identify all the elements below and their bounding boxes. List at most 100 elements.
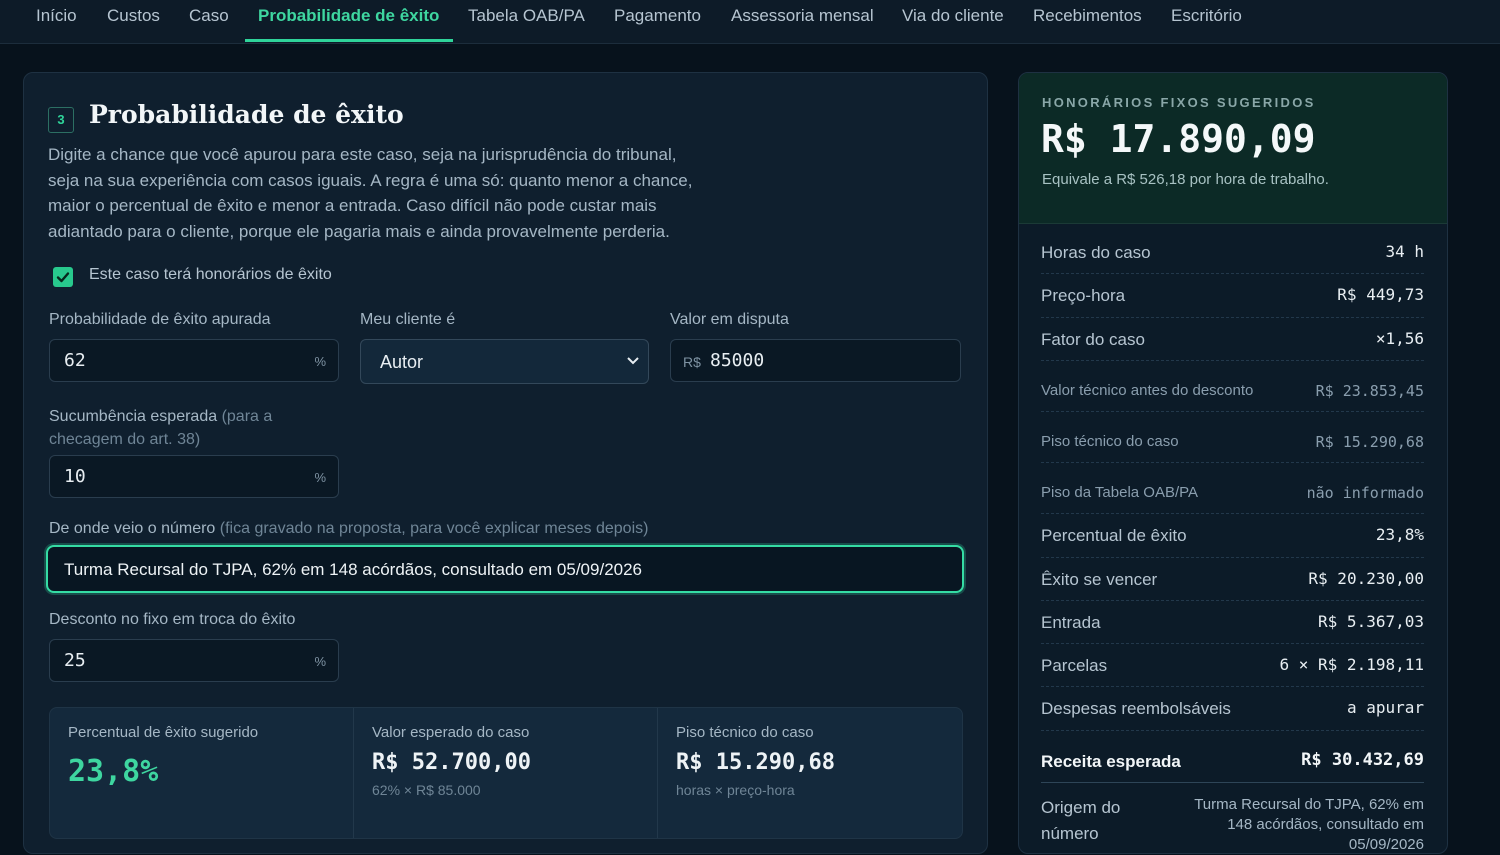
stat-suggested-percent: Percentual de êxito sugerido 23,8% — [50, 708, 353, 838]
source-label-text: De onde veio o número — [49, 520, 216, 537]
summary-row-success-if-win: Êxito se vencer R$ 20.230,00 — [1041, 557, 1424, 601]
row-value: 34 h — [1385, 242, 1424, 261]
tab-recebimentos[interactable]: Recebimentos — [1033, 0, 1142, 42]
summary-row-installments: Parcelas 6 × R$ 2.198,11 — [1041, 643, 1424, 687]
row-key: Fator do caso — [1041, 330, 1145, 349]
probability-label: Probabilidade de êxito apurada — [49, 311, 271, 328]
summary-row-down-payment: Entrada R$ 5.367,03 — [1041, 600, 1424, 644]
currency-prefix: R$ — [683, 354, 701, 370]
summary-row-success-percent: Percentual de êxito 23,8% — [1041, 513, 1424, 558]
stat-value: R$ 52.700,00 — [372, 750, 531, 775]
stat-label: Valor esperado do caso — [372, 724, 530, 741]
summary-note: Equivale a R$ 526,18 por hora de trabalh… — [1042, 171, 1329, 188]
row-key: Piso da Tabela OAB/PA — [1041, 484, 1199, 501]
summary-kicker: HONORÁRIOS FIXOS SUGERIDOS — [1042, 95, 1316, 110]
source-label: De onde veio o número (fica gravado na p… — [49, 520, 648, 538]
summary-amount: R$ 17.890,09 — [1041, 117, 1316, 161]
expected-loss-label: Sucumbência esperada (para a checagem do… — [49, 405, 309, 451]
stat-sub: horas × preço-hora — [676, 782, 795, 798]
result-stats: Percentual de êxito sugerido 23,8% Valor… — [49, 707, 963, 839]
stat-label: Piso técnico do caso — [676, 724, 814, 741]
probability-value: 62 — [64, 350, 86, 371]
row-value: a apurar — [1346, 698, 1424, 717]
source-input[interactable]: Turma Recursal do TJPA, 62% em 148 acórd… — [46, 545, 964, 593]
expected-loss-input[interactable]: 10 % — [49, 455, 339, 498]
row-key: Piso técnico do caso — [1041, 433, 1179, 450]
check-icon — [56, 272, 70, 283]
summary-header: HONORÁRIOS FIXOS SUGERIDOS R$ 17.890,09 … — [1019, 73, 1447, 224]
percent-suffix: % — [314, 354, 326, 369]
tab-escritorio[interactable]: Escritório — [1171, 0, 1242, 42]
disputed-value-input[interactable]: R$ 85000 — [670, 339, 961, 382]
discount-label: Desconto no fixo em troca do êxito — [49, 611, 296, 628]
row-key: Despesas reembolsáveis — [1041, 699, 1231, 718]
tab-assessoria[interactable]: Assessoria mensal — [731, 0, 874, 42]
row-value: 6 × R$ 2.198,11 — [1279, 655, 1425, 674]
summary-row-case-factor: Fator do caso ×1,56 — [1041, 317, 1424, 361]
expected-loss-value: 10 — [64, 466, 86, 487]
row-value: 23,8% — [1375, 525, 1424, 544]
tab-tabela-oab[interactable]: Tabela OAB/PA — [468, 0, 585, 42]
row-key: Êxito se vencer — [1041, 570, 1158, 589]
row-key: Valor técnico antes do desconto — [1041, 382, 1254, 399]
summary-row-oab-floor: Piso da Tabela OAB/PA não informado — [1041, 462, 1424, 514]
client-role-label: Meu cliente é — [360, 311, 456, 328]
success-fee-label: Este caso terá honorários de êxito — [89, 266, 332, 283]
summary-row-hour-price: Preço-hora R$ 449,73 — [1041, 273, 1424, 318]
client-role-value: Autor — [380, 352, 424, 372]
row-key: Parcelas — [1041, 656, 1108, 675]
tab-via-cliente[interactable]: Via do cliente — [902, 0, 1004, 42]
probability-input[interactable]: 62 % — [49, 339, 339, 382]
row-value: ×1,56 — [1375, 329, 1424, 348]
row-value: não informado — [1306, 484, 1424, 502]
row-key: Entrada — [1041, 613, 1101, 632]
disputed-value-label: Valor em disputa — [670, 311, 789, 328]
discount-input[interactable]: 25 % — [49, 639, 339, 682]
summary-row-expected-revenue: Receita esperada R$ 30.432,69 — [1041, 740, 1424, 783]
stat-value: R$ 15.290,68 — [676, 750, 835, 775]
stat-technical-floor: Piso técnico do caso R$ 15.290,68 horas … — [657, 708, 961, 838]
tab-probabilidade[interactable]: Probabilidade de êxito — [258, 0, 439, 42]
disputed-value-value: 85000 — [710, 350, 765, 371]
source-value: Turma Recursal do TJPA, 62% em 148 acórd… — [64, 560, 643, 579]
origin-value: Turma Recursal do TJPA, 62% em 148 acórd… — [1194, 796, 1424, 853]
expected-loss-hint-2: checagem do art. 38) — [49, 431, 201, 448]
summary-row-expenses: Despesas reembolsáveis a apurar — [1041, 686, 1424, 731]
step-badge: 3 — [48, 107, 74, 133]
active-tab-indicator — [245, 39, 453, 42]
tab-inicio[interactable]: Início — [36, 0, 77, 42]
expected-loss-label-text: Sucumbência esperada — [49, 408, 218, 425]
row-value: R$ 20.230,00 — [1308, 569, 1424, 588]
summary-row-hours: Horas do caso 34 h — [1041, 230, 1424, 274]
expected-loss-hint-1: (para a — [221, 408, 273, 425]
summary-row-technical-value: Valor técnico antes do desconto R$ 23.85… — [1041, 360, 1424, 412]
success-fee-checkbox[interactable] — [53, 267, 73, 287]
client-role-select[interactable]: Autor — [360, 339, 649, 384]
tab-pagamento[interactable]: Pagamento — [614, 0, 701, 42]
origin-label: Origem do número — [1041, 798, 1121, 843]
stat-label: Percentual de êxito sugerido — [68, 724, 259, 741]
row-key: Percentual de êxito — [1041, 526, 1187, 545]
top-nav: Início Custos Caso Probabilidade de êxit… — [0, 0, 1500, 44]
row-value: R$ 449,73 — [1337, 285, 1424, 304]
percent-suffix: % — [314, 654, 326, 669]
row-value: R$ 23.853,45 — [1315, 382, 1424, 400]
row-value: R$ 30.432,69 — [1301, 750, 1424, 770]
tab-custos[interactable]: Custos — [107, 0, 160, 42]
source-hint: (fica gravado na proposta, para você exp… — [219, 520, 649, 537]
section-intro: Digite a chance que você apurou para est… — [48, 145, 693, 241]
stat-expected-value: Valor esperado do caso R$ 52.700,00 62% … — [353, 708, 657, 838]
section-title: Probabilidade de êxito — [89, 100, 404, 129]
tab-caso[interactable]: Caso — [189, 0, 229, 42]
row-value: R$ 15.290,68 — [1315, 433, 1424, 451]
percent-suffix: % — [314, 470, 326, 485]
discount-value: 25 — [64, 650, 86, 671]
row-key: Horas do caso — [1041, 243, 1151, 262]
summary-row-technical-floor: Piso técnico do caso R$ 15.290,68 — [1041, 411, 1424, 463]
stat-value: 23,8% — [68, 754, 159, 789]
row-key: Preço-hora — [1041, 286, 1126, 305]
row-value: R$ 5.367,03 — [1318, 612, 1424, 631]
stat-sub: 62% × R$ 85.000 — [372, 782, 481, 798]
chevron-down-icon — [627, 357, 639, 365]
row-key: Receita esperada — [1041, 752, 1181, 771]
